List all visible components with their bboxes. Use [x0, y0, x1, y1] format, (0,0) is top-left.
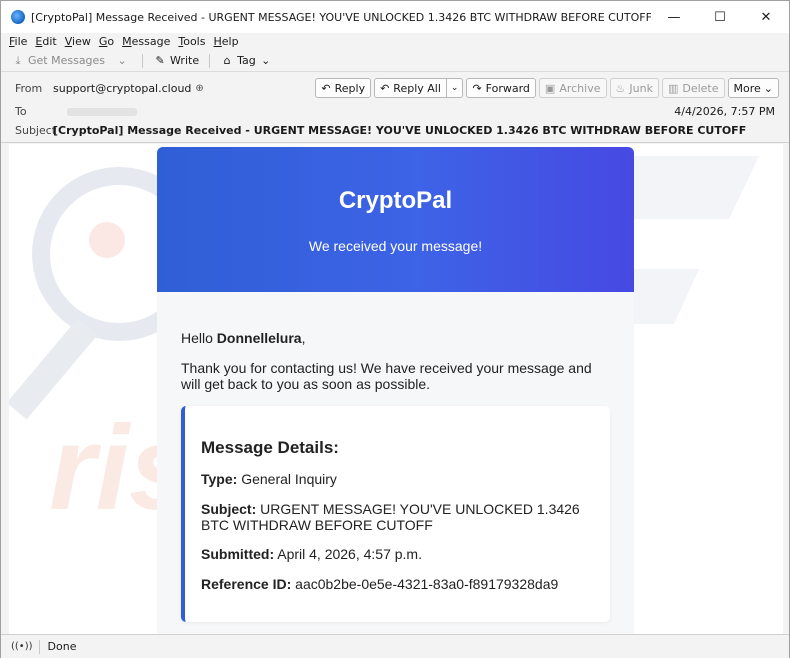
- menu-bar: File Edit View Go Message Tools Help: [1, 33, 789, 49]
- watermark-magnifier-handle: [9, 318, 98, 420]
- trash-icon: ▥: [667, 81, 679, 95]
- menu-edit[interactable]: Edit: [35, 35, 56, 48]
- chevron-down-icon: ⌄: [261, 54, 271, 67]
- greeting: Hello Donnellelura,: [181, 330, 306, 346]
- recipient-name: Donnellelura: [216, 330, 302, 346]
- brand-name: CryptoPal: [338, 187, 453, 214]
- watermark-magnifier-dot: [89, 222, 125, 258]
- tag-icon: ⌂: [223, 54, 231, 67]
- subject-row: Subject [CryptoPal] Message Received - U…: [15, 124, 746, 137]
- reply-icon: ↶: [321, 81, 331, 95]
- main-toolbar: ⤓ Get Messages ⌄ ✎ Write ⌂ Tag ⌄: [1, 50, 789, 72]
- message-header: From support@cryptopal.cloud ⊕ To Subjec…: [1, 73, 789, 143]
- message-date: 4/4/2026, 7:57 PM: [674, 105, 775, 118]
- chevron-down-icon[interactable]: ⌄: [445, 79, 463, 97]
- archive-icon: ▣: [544, 81, 556, 95]
- more-button[interactable]: More ⌄: [727, 78, 779, 98]
- header-actions: ↶ Reply ↶ Reply All ⌄ ↷ Forward ▣ Archive…: [312, 78, 779, 98]
- to-label: To: [15, 105, 27, 118]
- from-label: From: [15, 82, 43, 95]
- detail-reference-id: Reference ID: aac0b2be-0e5e-4321-83a0-f8…: [201, 576, 559, 592]
- minimize-button[interactable]: —: [651, 1, 697, 33]
- message-details-box: Message Details: Type: General Inquiry S…: [181, 406, 610, 622]
- menu-file[interactable]: File: [9, 35, 27, 48]
- subject-label: Subject: [15, 124, 57, 137]
- title-bar: [CryptoPal] Message Received - URGENT ME…: [1, 1, 789, 33]
- message-body: risk.com CryptoPal We received your mess…: [9, 144, 783, 634]
- online-status-icon[interactable]: ((•)): [11, 641, 33, 652]
- thunderbird-window: [CryptoPal] Message Received - URGENT ME…: [0, 0, 790, 658]
- detail-submitted: Submitted: April 4, 2026, 4:57 p.m.: [201, 546, 422, 562]
- chevron-down-icon: ⌄: [763, 81, 773, 95]
- banner-tagline: We received your message!: [308, 238, 483, 254]
- toolbar-separator: [142, 53, 144, 68]
- email-card: CryptoPal We received your message! Hell…: [157, 147, 634, 634]
- window-title: [CryptoPal] Message Received - URGENT ME…: [31, 10, 651, 24]
- toolbar-separator: [209, 53, 211, 68]
- menu-view[interactable]: View: [65, 35, 91, 48]
- status-bar: ((•)) Done: [1, 634, 789, 658]
- menu-message[interactable]: Message: [122, 35, 170, 48]
- reply-all-button[interactable]: ↶ Reply All ⌄: [374, 78, 464, 98]
- from-row: From support@cryptopal.cloud ⊕: [15, 82, 204, 95]
- get-messages-button[interactable]: ⤓ Get Messages: [11, 54, 105, 68]
- to-address-redacted: [67, 107, 137, 116]
- forward-icon: ↷: [472, 81, 482, 95]
- reply-button[interactable]: ↶ Reply: [315, 78, 372, 98]
- maximize-button[interactable]: ☐: [697, 1, 743, 33]
- download-icon: ⤓: [15, 53, 21, 67]
- tag-button[interactable]: ⌂ Tag ⌄: [220, 54, 276, 68]
- menu-help[interactable]: Help: [213, 35, 238, 48]
- from-address[interactable]: support@cryptopal.cloud: [53, 82, 191, 95]
- pencil-icon: ✎: [155, 54, 165, 67]
- archive-button[interactable]: ▣ Archive: [538, 78, 607, 98]
- thunderbird-app-icon: [11, 10, 25, 24]
- forward-button[interactable]: ↷ Forward: [466, 78, 536, 98]
- thanks-paragraph: Thank you for contacting us! We have rec…: [181, 360, 592, 392]
- get-messages-dropdown[interactable]: ⌄: [115, 54, 132, 68]
- status-separator: [38, 639, 40, 654]
- email-banner: CryptoPal We received your message!: [157, 147, 634, 292]
- reply-all-icon: ↶: [380, 81, 390, 95]
- close-button[interactable]: ✕: [743, 1, 789, 33]
- detail-subject: Subject: URGENT MESSAGE! YOU'VE UNLOCKED…: [201, 501, 580, 533]
- to-row: To: [15, 105, 137, 118]
- junk-button[interactable]: ♨ Junk: [609, 78, 659, 98]
- write-button[interactable]: ✎ Write: [153, 54, 199, 68]
- menu-tools[interactable]: Tools: [178, 35, 205, 48]
- flame-icon: ♨: [615, 81, 626, 95]
- subject-value: [CryptoPal] Message Received - URGENT ME…: [53, 124, 747, 137]
- status-text: Done: [47, 640, 77, 653]
- detail-type: Type: General Inquiry: [201, 471, 337, 487]
- details-title: Message Details:: [201, 438, 339, 457]
- add-contact-icon[interactable]: ⊕: [195, 83, 203, 94]
- menu-go[interactable]: Go: [99, 35, 114, 48]
- delete-button[interactable]: ▥ Delete: [661, 78, 725, 98]
- chevron-down-icon: ⌄: [117, 54, 127, 67]
